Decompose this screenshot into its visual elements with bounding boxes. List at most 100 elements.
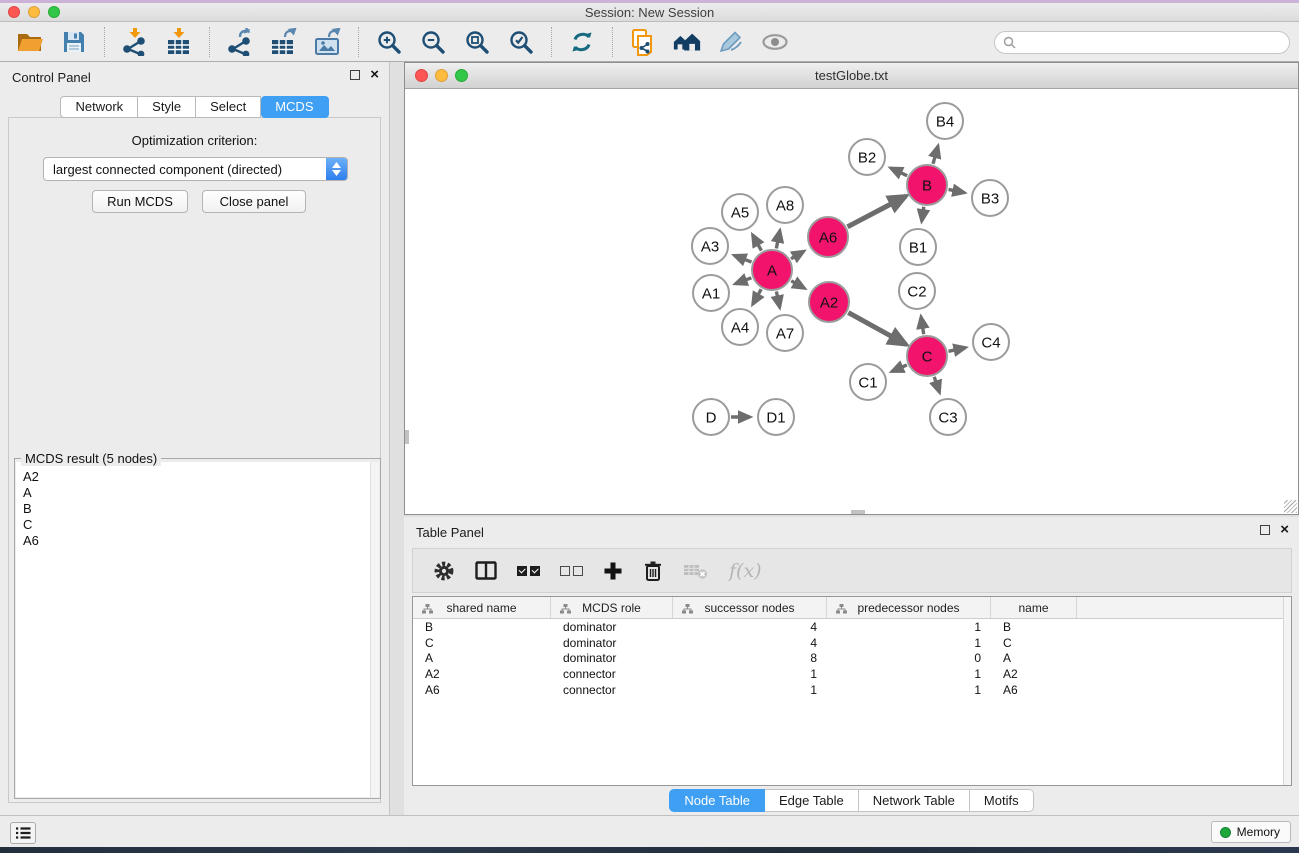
tab-mcds[interactable]: MCDS [261,96,328,118]
graph-edge-B-B1[interactable] [922,207,924,222]
canvas-vscroll-indicator[interactable] [405,430,409,444]
mcds-result-item[interactable]: C [23,517,379,533]
zoom-out-button[interactable] [418,27,448,57]
table-row[interactable]: Bdominator41B [413,619,1291,635]
function-builder-button[interactable]: f(x) [729,557,762,585]
graph-node-A4[interactable]: A4 [722,309,758,345]
graph-edge-C-C2[interactable] [921,317,924,335]
float-table-panel-button[interactable] [1260,525,1270,535]
graph-node-B[interactable]: B [907,165,947,205]
graph-node-A3[interactable]: A3 [692,228,728,264]
add-column-button[interactable] [603,557,623,585]
close-table-panel-icon[interactable]: × [1280,525,1289,535]
zoom-in-button[interactable] [374,27,404,57]
import-network-button[interactable] [120,27,150,57]
graph-edge-A-A3[interactable] [734,255,751,262]
close-panel-icon[interactable]: × [370,70,379,80]
mcds-result-item[interactable]: A [23,485,379,501]
graph-edge-C-C1[interactable] [892,365,907,372]
search-field[interactable] [994,31,1290,54]
graph-node-C[interactable]: C [907,336,947,376]
hide-selected-button[interactable] [716,27,746,57]
graph-node-B3[interactable]: B3 [972,180,1008,216]
graph-edge-C-C4[interactable] [949,348,966,352]
column-settings-button[interactable] [433,557,455,585]
graph-node-D1[interactable]: D1 [758,399,794,435]
tab-select[interactable]: Select [196,96,261,118]
column-header-mcds-role[interactable]: MCDS role [551,597,673,618]
tab-network[interactable]: Network [60,96,138,118]
graph-edge-A-A2[interactable] [791,281,804,289]
graph-edge-A-A8[interactable] [776,231,780,249]
graph-node-B2[interactable]: B2 [849,139,885,175]
graph-node-A8[interactable]: A8 [767,187,803,223]
task-history-button[interactable] [10,822,36,844]
deselect-all-button[interactable] [560,557,583,585]
graph-node-C3[interactable]: C3 [930,399,966,435]
export-table-button[interactable] [269,27,299,57]
table-row[interactable]: Adominator80A [413,650,1291,666]
tab-node-table[interactable]: Node Table [669,789,765,812]
graph-edge-A-A1[interactable] [735,278,751,284]
graph-edge-A-A6[interactable] [791,251,804,259]
graph-node-A6[interactable]: A6 [808,217,848,257]
column-header-name[interactable]: name [991,597,1077,618]
graph-node-C2[interactable]: C2 [899,273,935,309]
tab-motifs[interactable]: Motifs [970,789,1034,812]
tab-edge-table[interactable]: Edge Table [765,789,859,812]
graph-edge-A-A7[interactable] [776,292,779,308]
window-resize-grip[interactable] [1284,500,1297,513]
graph-node-C4[interactable]: C4 [973,324,1009,360]
memory-button[interactable]: Memory [1211,821,1291,843]
split-table-view-button[interactable] [475,557,497,585]
select-all-button[interactable] [517,557,540,585]
graph-node-A2[interactable]: A2 [809,282,849,322]
graph-node-C1[interactable]: C1 [850,364,886,400]
graph-edge-A-A4[interactable] [753,289,762,304]
clone-network-button[interactable] [628,27,658,57]
optimization-criterion-select[interactable]: largest connected component (directed) [43,157,348,181]
graph-node-D[interactable]: D [693,399,729,435]
graph-node-A1[interactable]: A1 [693,275,729,311]
save-session-button[interactable] [59,27,89,57]
mcds-result-item[interactable]: A2 [23,469,379,485]
first-neighbors-button[interactable] [672,27,702,57]
graph-node-A[interactable]: A [752,250,792,290]
float-panel-button[interactable] [350,70,360,80]
graph-edge-A-A5[interactable] [753,235,762,251]
table-scrollbar[interactable] [1283,597,1291,785]
open-session-button[interactable] [15,27,45,57]
graph-node-B4[interactable]: B4 [927,103,963,139]
mcds-result-list[interactable]: A2ABCA6 [16,462,379,797]
mcds-result-item[interactable]: B [23,501,379,517]
graph-edge-B-B4[interactable] [933,146,938,164]
tab-network-table[interactable]: Network Table [859,789,970,812]
graph-node-A7[interactable]: A7 [767,315,803,351]
import-table-button[interactable] [164,27,194,57]
graph-node-B1[interactable]: B1 [900,229,936,265]
export-network-button[interactable] [225,27,255,57]
delete-table-button[interactable] [683,557,709,585]
table-row[interactable]: A6connector11A6 [413,682,1291,698]
column-header-successor-nodes[interactable]: successor nodes [673,597,827,618]
graph-edge-B-B2[interactable] [891,168,908,176]
graph-edge-C-C3[interactable] [934,377,939,393]
tab-style[interactable]: Style [138,96,196,118]
export-image-button[interactable] [313,27,343,57]
search-input[interactable] [1021,36,1271,50]
zoom-selected-button[interactable] [506,27,536,57]
network-canvas[interactable]: AA1A2A3A4A5A6A7A8BB1B2B3B4CC1C2C3C4DD1 [405,89,1298,514]
delete-column-button[interactable] [643,557,663,585]
canvas-hscroll-indicator[interactable] [851,510,865,514]
graph-edge-A2-C[interactable] [848,313,906,345]
column-header-shared-name[interactable]: shared name [413,597,551,618]
mcds-list-scrollbar[interactable] [370,462,379,797]
apply-layout-button[interactable] [567,27,597,57]
zoom-fit-button[interactable] [462,27,492,57]
column-header-predecessor-nodes[interactable]: predecessor nodes [827,597,991,618]
mcds-result-item[interactable]: A6 [23,533,379,549]
graph-edge-A6-B[interactable] [848,196,906,227]
table-row[interactable]: Cdominator41C [413,635,1291,651]
graph-edge-B-B3[interactable] [949,189,965,192]
show-all-button[interactable] [760,27,790,57]
